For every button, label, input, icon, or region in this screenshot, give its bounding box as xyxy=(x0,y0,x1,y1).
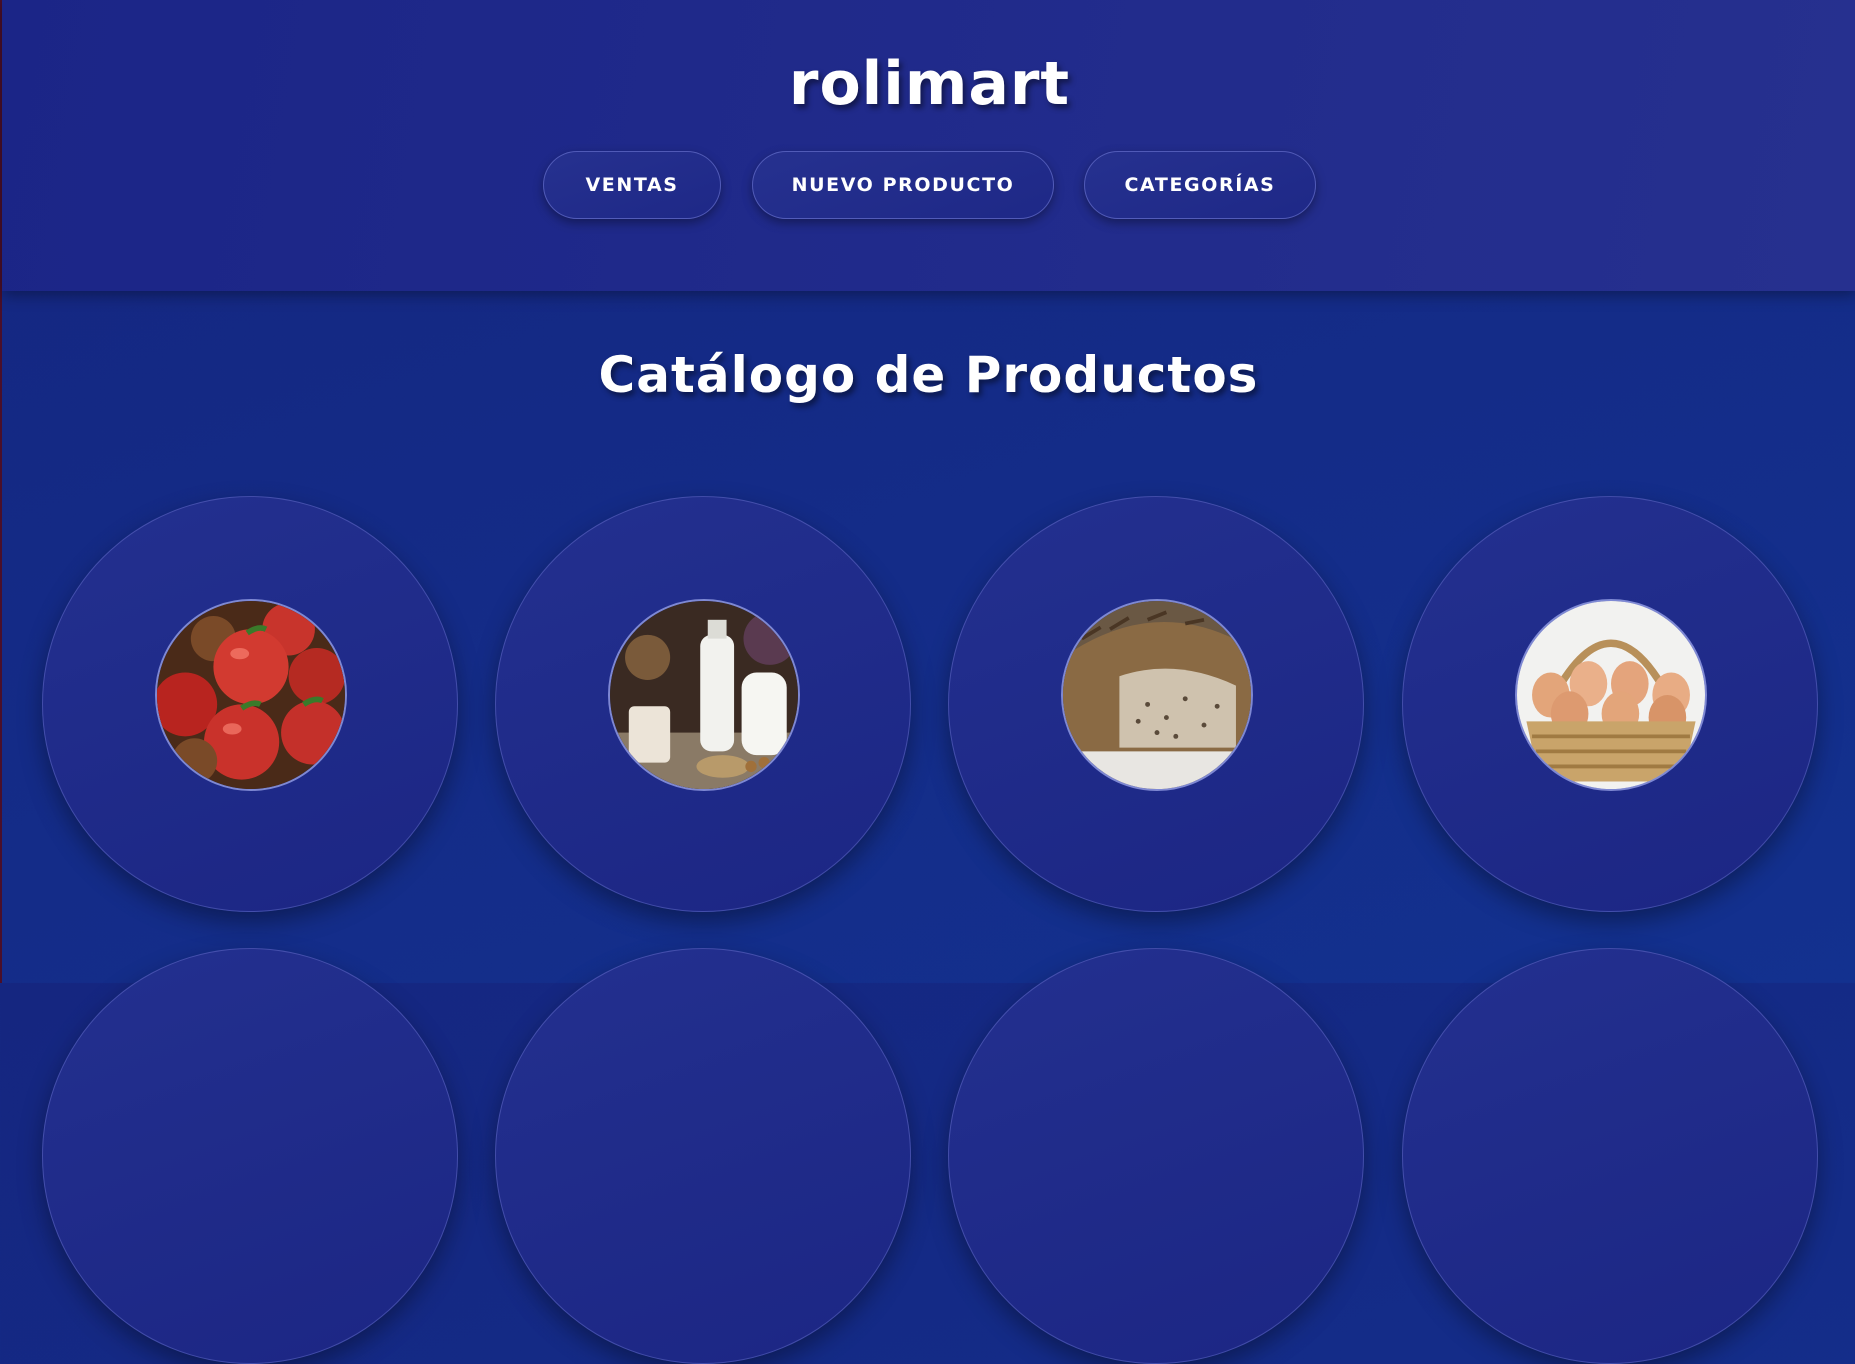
page-title: Catálogo de Productos xyxy=(598,346,1259,404)
product-card[interactable] xyxy=(1402,948,1818,1364)
milk-bottles-photo xyxy=(608,599,800,791)
apples-photo xyxy=(155,599,347,791)
nav-nuevo-producto-button[interactable]: NUEVO PRODUCTO xyxy=(752,151,1054,219)
product-card-eggs[interactable] xyxy=(1402,496,1818,912)
main-nav: VENTAS NUEVO PRODUCTO CATEGORÍAS xyxy=(2,151,1855,221)
nav-categorias-button[interactable]: CATEGORÍAS xyxy=(1084,151,1316,219)
product-card-bread[interactable] xyxy=(948,496,1364,912)
site-header: rolimart VENTAS NUEVO PRODUCTO CATEGORÍA… xyxy=(2,0,1855,291)
product-card[interactable] xyxy=(948,948,1364,1364)
eggs-basket-photo xyxy=(1515,599,1707,791)
bread-loaf-photo xyxy=(1061,599,1253,791)
product-card-milk[interactable] xyxy=(495,496,911,912)
brand-logo[interactable]: rolimart xyxy=(2,44,1855,124)
nav-ventas-button[interactable]: VENTAS xyxy=(543,151,721,219)
product-card[interactable] xyxy=(42,948,458,1364)
product-card-apples[interactable] xyxy=(42,496,458,912)
product-card[interactable] xyxy=(495,948,911,1364)
